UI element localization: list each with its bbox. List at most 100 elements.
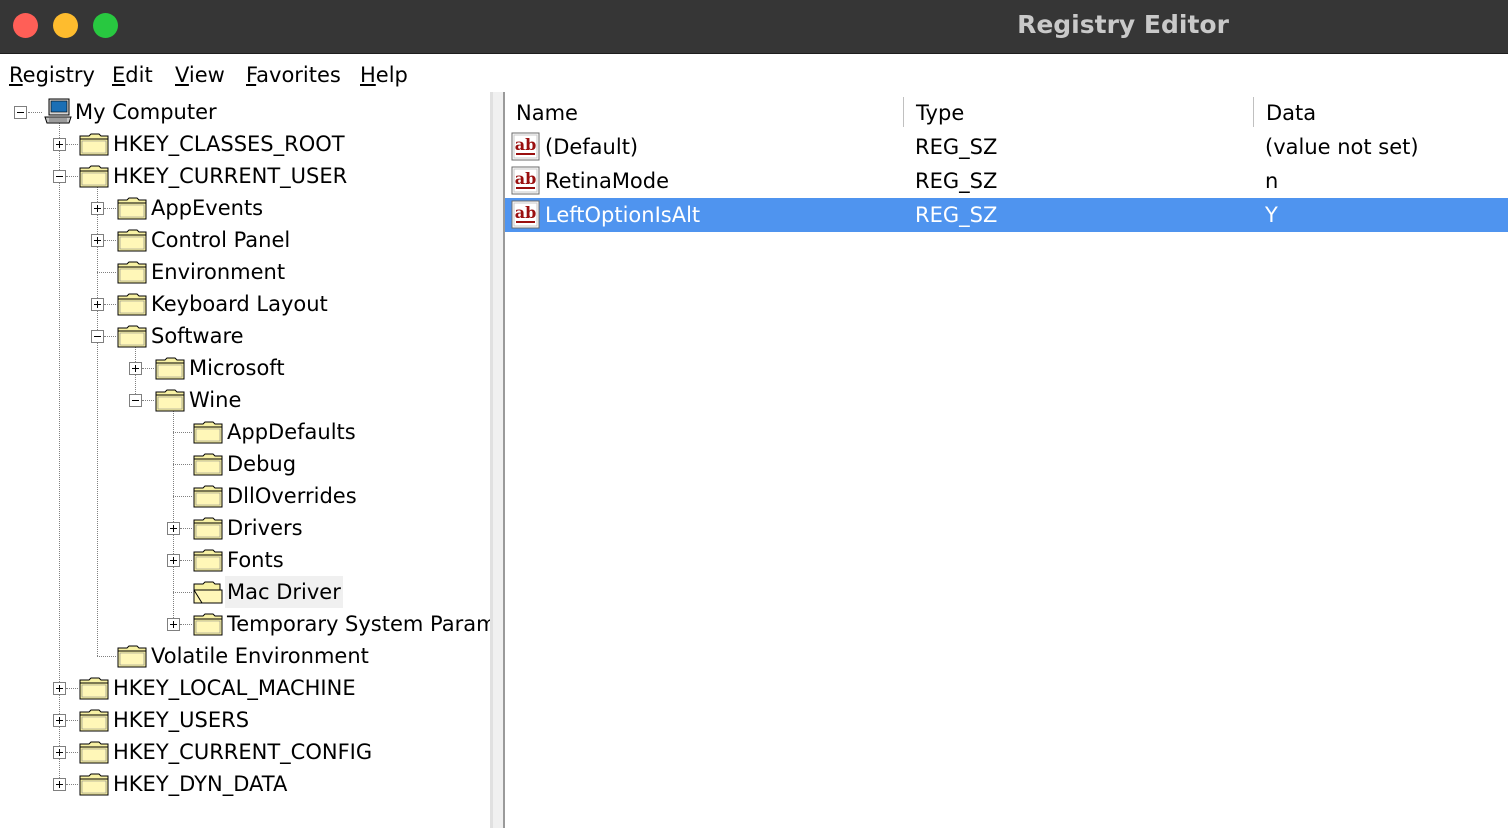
tree-item-keyboard-layout[interactable]: Keyboard Layout: [0, 288, 490, 320]
plus-box-icon[interactable]: [53, 778, 66, 791]
tree-label: My Computer: [75, 100, 217, 124]
tree-item-control-panel[interactable]: Control Panel: [0, 224, 490, 256]
computer-icon: [43, 98, 73, 124]
folder-icon: [79, 708, 109, 732]
folder-icon: [79, 740, 109, 764]
tree-item-wine[interactable]: Wine: [0, 384, 490, 416]
column-header-data[interactable]: Data: [1266, 96, 1316, 130]
plus-box-icon[interactable]: [167, 618, 180, 631]
column-header-name[interactable]: Name: [516, 96, 578, 130]
tree-label: HKEY_LOCAL_MACHINE: [113, 676, 356, 700]
tree-item-mac-driver[interactable]: Mac Driver: [0, 576, 490, 608]
tree-label: Microsoft: [189, 356, 285, 380]
tree-item-fonts[interactable]: Fonts: [0, 544, 490, 576]
value-row[interactable]: RetinaMode REG_SZ n: [505, 164, 1508, 198]
minus-box-icon[interactable]: [91, 330, 104, 343]
tree-item-appdefaults[interactable]: AppDefaults: [0, 416, 490, 448]
tree-label: HKEY_CURRENT_CONFIG: [113, 740, 373, 764]
tree-item-drivers[interactable]: Drivers: [0, 512, 490, 544]
folder-icon: [117, 292, 147, 316]
minus-box-icon[interactable]: [53, 170, 66, 183]
value-type: REG_SZ: [915, 203, 998, 227]
folder-icon: [155, 356, 185, 380]
folder-icon: [117, 228, 147, 252]
tree-label: Keyboard Layout: [151, 292, 328, 316]
folder-icon: [193, 484, 223, 508]
tree-item-hkey-current-user[interactable]: HKEY_CURRENT_USER: [0, 160, 490, 192]
plus-box-icon[interactable]: [53, 746, 66, 759]
tree-item-hkey-current-config[interactable]: HKEY_CURRENT_CONFIG: [0, 736, 490, 768]
tree-label: AppDefaults: [227, 420, 356, 444]
tree-item-hkey-local-machine[interactable]: HKEY_LOCAL_MACHINE: [0, 672, 490, 704]
minus-box-icon[interactable]: [14, 106, 27, 119]
zoom-button[interactable]: [93, 13, 118, 38]
plus-box-icon[interactable]: [167, 522, 180, 535]
menu-edit[interactable]: Edit: [112, 62, 153, 88]
value-name: RetinaMode: [545, 169, 670, 193]
folder-icon: [117, 260, 147, 284]
plus-box-icon[interactable]: [91, 234, 104, 247]
key-tree[interactable]: My Computer HKEY_CLASSES_ROOT HKEY_CURRE…: [0, 92, 493, 828]
folder-icon: [79, 676, 109, 700]
tree-label: HKEY_CLASSES_ROOT: [113, 132, 345, 156]
plus-box-icon[interactable]: [53, 138, 66, 151]
value-name: LeftOptionIsAlt: [545, 203, 701, 227]
window-title: Registry Editor: [1017, 10, 1229, 39]
value-row[interactable]: (Default) REG_SZ (value not set): [505, 130, 1508, 164]
tree-label: HKEY_USERS: [113, 708, 250, 732]
menu-bar: Registry Edit View Favorites Help: [0, 54, 1508, 92]
string-value-icon: [511, 166, 541, 196]
tree-item-debug[interactable]: Debug: [0, 448, 490, 480]
folder-icon: [193, 516, 223, 540]
folder-icon: [117, 644, 147, 668]
tree-item-my-computer[interactable]: My Computer: [0, 96, 490, 128]
value-name: (Default): [545, 135, 639, 159]
value-data: Y: [1265, 203, 1278, 227]
string-value-icon: [511, 132, 541, 162]
folder-icon: [117, 196, 147, 220]
menu-help[interactable]: Help: [360, 62, 408, 88]
close-button[interactable]: [13, 13, 38, 38]
tree-label: Environment: [151, 260, 286, 284]
tree-label: Volatile Environment: [151, 644, 369, 668]
minimize-button[interactable]: [53, 13, 78, 38]
tree-label: DllOverrides: [227, 484, 357, 508]
tree-label: Debug: [227, 452, 297, 476]
menu-favorites[interactable]: Favorites: [246, 62, 341, 88]
menu-view[interactable]: View: [175, 62, 225, 88]
tree-label: HKEY_DYN_DATA: [113, 772, 288, 796]
plus-box-icon[interactable]: [91, 202, 104, 215]
pane-splitter[interactable]: [493, 92, 503, 828]
value-list[interactable]: Name Type Data (Default) REG_SZ (value n…: [505, 92, 1508, 828]
tree-label: Software: [151, 324, 244, 348]
plus-box-icon[interactable]: [91, 298, 104, 311]
tree-item-hkey-classes-root[interactable]: HKEY_CLASSES_ROOT: [0, 128, 490, 160]
tree-item-hkey-users[interactable]: HKEY_USERS: [0, 704, 490, 736]
column-resize-handle[interactable]: [903, 97, 907, 127]
tree-label-selected: Mac Driver: [225, 576, 343, 608]
menu-edit-label: Edit: [112, 63, 153, 87]
value-data: n: [1265, 169, 1279, 193]
column-header-type[interactable]: Type: [916, 96, 964, 130]
plus-box-icon[interactable]: [53, 714, 66, 727]
tree-item-dlloverrides[interactable]: DllOverrides: [0, 480, 490, 512]
value-type: REG_SZ: [915, 135, 998, 159]
tree-item-environment[interactable]: Environment: [0, 256, 490, 288]
plus-box-icon[interactable]: [129, 362, 142, 375]
tree-item-volatile-environment[interactable]: Volatile Environment: [0, 640, 490, 672]
value-row-selected[interactable]: LeftOptionIsAlt REG_SZ Y: [505, 198, 1508, 232]
tree-item-hkey-dyn-data[interactable]: HKEY_DYN_DATA: [0, 768, 490, 800]
tree-item-temporary-system-parameters[interactable]: Temporary System Paramet: [0, 608, 490, 640]
column-resize-handle[interactable]: [1253, 97, 1257, 127]
menu-registry[interactable]: Registry: [9, 62, 95, 88]
minus-box-icon[interactable]: [129, 394, 142, 407]
title-bar[interactable]: Registry Editor: [0, 0, 1508, 54]
tree-item-appevents[interactable]: AppEvents: [0, 192, 490, 224]
value-data: (value not set): [1265, 135, 1419, 159]
menu-view-label: View: [175, 63, 225, 87]
tree-item-software[interactable]: Software: [0, 320, 490, 352]
plus-box-icon[interactable]: [167, 554, 180, 567]
folder-icon: [155, 388, 185, 412]
plus-box-icon[interactable]: [53, 682, 66, 695]
tree-item-microsoft[interactable]: Microsoft: [0, 352, 490, 384]
